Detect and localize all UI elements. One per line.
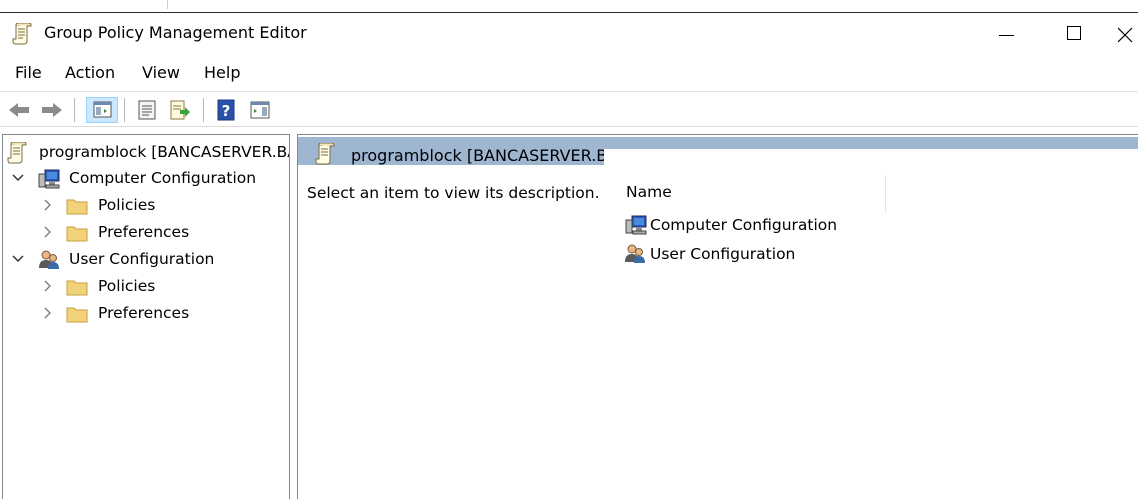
- export-list-button[interactable]: [168, 98, 192, 122]
- toolbar-separator: [74, 98, 75, 122]
- back-arrow-icon: [9, 103, 29, 117]
- chevron-right-icon[interactable]: [41, 278, 55, 294]
- show-hide-action-pane-button[interactable]: [248, 98, 272, 122]
- chevron-right-icon[interactable]: [41, 197, 55, 213]
- gpo-scroll-icon: [7, 141, 27, 168]
- gpo-scroll-icon: [315, 142, 335, 169]
- maximize-icon: [1067, 26, 1081, 40]
- folder-icon: [66, 277, 88, 301]
- back-button[interactable]: [7, 98, 31, 122]
- folder-icon: [66, 223, 88, 247]
- tree-item-label: Policies: [98, 196, 156, 214]
- action-pane-icon: [250, 101, 270, 119]
- top-window-edge: [0, 0, 1138, 13]
- console-tree-pane[interactable]: programblock [BANCASERVER.BANCA.LOCAL] P…: [2, 134, 290, 499]
- menu-bar: File Action View Help: [0, 58, 1138, 88]
- toolbar-separator: [124, 98, 125, 122]
- edge-tick: [167, 0, 168, 9]
- folder-icon: [66, 196, 88, 220]
- list-item-label: Computer Configuration: [650, 216, 838, 234]
- svg-text:?: ?: [222, 102, 231, 120]
- properties-button[interactable]: [135, 98, 159, 122]
- gpo-scroll-icon: [12, 22, 32, 49]
- users-icon: [624, 244, 646, 268]
- tree-item-computer-preferences[interactable]: Preferences: [41, 221, 289, 247]
- properties-icon: [138, 100, 156, 120]
- menu-action[interactable]: Action: [65, 63, 115, 82]
- column-separator[interactable]: [885, 175, 886, 213]
- tree-item-label: Policies: [98, 277, 156, 295]
- tree-item-computer-configuration[interactable]: Computer Configuration: [11, 167, 289, 193]
- help-button[interactable]: ?: [214, 98, 238, 122]
- tree-item-label: Preferences: [98, 223, 190, 241]
- list-item-user-configuration[interactable]: User Configuration: [624, 243, 864, 267]
- tree-item-computer-policies[interactable]: Policies: [41, 194, 289, 220]
- minimize-icon: [999, 35, 1014, 36]
- folder-icon: [66, 304, 88, 328]
- chevron-down-icon[interactable]: [11, 170, 25, 186]
- window-title: Group Policy Management Editor: [44, 23, 307, 42]
- computer-icon: [624, 215, 648, 239]
- chevron-right-icon[interactable]: [41, 305, 55, 321]
- users-icon: [38, 250, 60, 274]
- tree-item-user-configuration[interactable]: User Configuration: [11, 248, 289, 274]
- forward-button[interactable]: [40, 98, 64, 122]
- tree-item-label: Preferences: [98, 304, 190, 322]
- tree-item-label: Computer Configuration: [69, 169, 257, 187]
- forward-arrow-icon: [42, 103, 62, 117]
- chevron-down-icon[interactable]: [11, 251, 25, 267]
- list-item-computer-configuration[interactable]: Computer Configuration: [624, 214, 864, 238]
- toolbar-separator: [203, 98, 204, 122]
- tree-item-user-policies[interactable]: Policies: [41, 275, 289, 301]
- tree-item-label: User Configuration: [69, 250, 215, 268]
- menu-help[interactable]: Help: [204, 63, 240, 82]
- close-icon: [1118, 27, 1133, 43]
- list-item-label: User Configuration: [650, 245, 796, 263]
- maximize-button[interactable]: [1051, 14, 1097, 54]
- pane-splitter[interactable]: [290, 134, 297, 499]
- header-band-overlap: [604, 149, 1138, 165]
- menu-view[interactable]: View: [142, 63, 180, 82]
- chevron-right-icon[interactable]: [41, 224, 55, 240]
- tree-root-label: programblock [BANCASERVER.BANCA.LOCAL] P…: [39, 143, 289, 161]
- close-button[interactable]: [1118, 14, 1138, 54]
- title-bar[interactable]: Group Policy Management Editor: [0, 14, 1138, 54]
- export-list-icon: [170, 100, 190, 120]
- column-header-name[interactable]: Name: [626, 183, 672, 201]
- console-tree-icon: [93, 101, 112, 118]
- toolbar: ?: [0, 91, 1138, 127]
- minimize-button[interactable]: [983, 14, 1029, 54]
- description-text: Select an item to view its description.: [307, 184, 600, 202]
- show-hide-console-tree-button[interactable]: [86, 97, 118, 123]
- computer-icon: [37, 169, 61, 193]
- menu-file[interactable]: File: [15, 63, 42, 82]
- help-icon: ?: [217, 99, 235, 121]
- tree-item-user-preferences[interactable]: Preferences: [41, 302, 289, 328]
- details-pane: programblock [BANCASERVER.BANCA.LOCAL] P…: [297, 134, 1138, 499]
